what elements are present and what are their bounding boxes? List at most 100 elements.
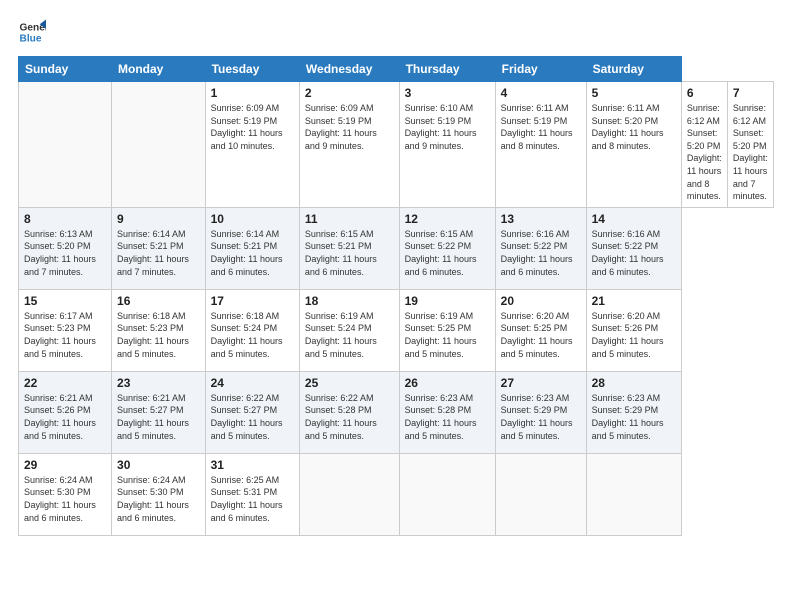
calendar-table: SundayMondayTuesdayWednesdayThursdayFrid… bbox=[18, 56, 774, 536]
calendar-week-1: 8 Sunrise: 6:13 AMSunset: 5:20 PMDaylight… bbox=[19, 207, 774, 289]
calendar-cell: 13Sunrise: 6:16 AMSunset: 5:22 PMDayligh… bbox=[495, 207, 586, 289]
day-number: 25 bbox=[305, 376, 394, 390]
calendar-cell: 18 Sunrise: 6:19 AMSunset: 5:24 PMDayligh… bbox=[299, 289, 399, 371]
calendar-cell: 14 Sunrise: 6:16 AMSunset: 5:22 PMDayligh… bbox=[586, 207, 681, 289]
day-number: 19 bbox=[405, 294, 490, 308]
day-number: 23 bbox=[117, 376, 200, 390]
day-info: Sunrise: 6:10 AMSunset: 5:19 PMDaylight:… bbox=[405, 102, 490, 152]
calendar-cell: 7 Sunrise: 6:12 AMSunset: 5:20 PMDaylight… bbox=[727, 82, 773, 208]
calendar-cell: 3 Sunrise: 6:10 AMSunset: 5:19 PMDaylight… bbox=[399, 82, 495, 208]
calendar-cell: 30 Sunrise: 6:24 AMSunset: 5:30 PMDayligh… bbox=[112, 453, 206, 535]
day-info: Sunrise: 6:23 AMSunset: 5:29 PMDaylight:… bbox=[592, 392, 676, 442]
calendar-cell: 12Sunrise: 6:15 AMSunset: 5:22 PMDayligh… bbox=[399, 207, 495, 289]
day-info: Sunrise: 6:14 AMSunset: 5:21 PMDaylight:… bbox=[117, 228, 200, 278]
header: General Blue bbox=[18, 18, 774, 46]
day-number: 14 bbox=[592, 212, 676, 226]
day-info: Sunrise: 6:12 AMSunset: 5:20 PMDaylight:… bbox=[733, 102, 768, 203]
calendar-cell: 11 Sunrise: 6:15 AMSunset: 5:21 PMDayligh… bbox=[299, 207, 399, 289]
calendar-cell: 28 Sunrise: 6:23 AMSunset: 5:29 PMDayligh… bbox=[586, 371, 681, 453]
day-info: Sunrise: 6:12 AMSunset: 5:20 PMDaylight:… bbox=[687, 102, 722, 203]
calendar-cell bbox=[586, 453, 681, 535]
col-header-friday: Friday bbox=[495, 57, 586, 82]
day-info: Sunrise: 6:23 AMSunset: 5:29 PMDaylight:… bbox=[501, 392, 581, 442]
day-info: Sunrise: 6:19 AMSunset: 5:25 PMDaylight:… bbox=[405, 310, 490, 360]
calendar-cell: 26 Sunrise: 6:23 AMSunset: 5:28 PMDayligh… bbox=[399, 371, 495, 453]
calendar-cell: 23 Sunrise: 6:21 AMSunset: 5:27 PMDayligh… bbox=[112, 371, 206, 453]
col-header-thursday: Thursday bbox=[399, 57, 495, 82]
calendar-cell: 20Sunrise: 6:20 AMSunset: 5:25 PMDayligh… bbox=[495, 289, 586, 371]
calendar-cell bbox=[19, 82, 112, 208]
day-info: Sunrise: 6:17 AMSunset: 5:23 PMDaylight:… bbox=[24, 310, 106, 360]
calendar-week-0: 1Sunrise: 6:09 AMSunset: 5:19 PMDaylight… bbox=[19, 82, 774, 208]
day-number: 12 bbox=[405, 212, 490, 226]
calendar-cell: 1Sunrise: 6:09 AMSunset: 5:19 PMDaylight… bbox=[205, 82, 299, 208]
calendar-cell: 16 Sunrise: 6:18 AMSunset: 5:23 PMDayligh… bbox=[112, 289, 206, 371]
calendar-header-row: SundayMondayTuesdayWednesdayThursdayFrid… bbox=[19, 57, 774, 82]
calendar-cell: 9 Sunrise: 6:14 AMSunset: 5:21 PMDaylight… bbox=[112, 207, 206, 289]
calendar-cell bbox=[399, 453, 495, 535]
day-number: 15 bbox=[24, 294, 106, 308]
calendar-week-3: 22 Sunrise: 6:21 AMSunset: 5:26 PMDayligh… bbox=[19, 371, 774, 453]
day-number: 20 bbox=[501, 294, 581, 308]
day-number: 7 bbox=[733, 86, 768, 100]
calendar-cell: 21Sunrise: 6:20 AMSunset: 5:26 PMDayligh… bbox=[586, 289, 681, 371]
calendar-cell: 27 Sunrise: 6:23 AMSunset: 5:29 PMDayligh… bbox=[495, 371, 586, 453]
day-info: Sunrise: 6:09 AMSunset: 5:19 PMDaylight:… bbox=[305, 102, 394, 152]
day-number: 28 bbox=[592, 376, 676, 390]
calendar-week-4: 29 Sunrise: 6:24 AMSunset: 5:30 PMDayligh… bbox=[19, 453, 774, 535]
calendar-cell: 25 Sunrise: 6:22 AMSunset: 5:28 PMDayligh… bbox=[299, 371, 399, 453]
day-info: Sunrise: 6:14 AMSunset: 5:21 PMDaylight:… bbox=[211, 228, 294, 278]
logo: General Blue bbox=[18, 18, 46, 46]
day-info: Sunrise: 6:09 AMSunset: 5:19 PMDaylight:… bbox=[211, 102, 294, 152]
day-info: Sunrise: 6:18 AMSunset: 5:24 PMDaylight:… bbox=[211, 310, 294, 360]
calendar-cell: 22 Sunrise: 6:21 AMSunset: 5:26 PMDayligh… bbox=[19, 371, 112, 453]
col-header-tuesday: Tuesday bbox=[205, 57, 299, 82]
day-number: 16 bbox=[117, 294, 200, 308]
calendar-cell: 31Sunrise: 6:25 AMSunset: 5:31 PMDayligh… bbox=[205, 453, 299, 535]
day-info: Sunrise: 6:24 AMSunset: 5:30 PMDaylight:… bbox=[117, 474, 200, 524]
day-info: Sunrise: 6:21 AMSunset: 5:27 PMDaylight:… bbox=[117, 392, 200, 442]
page: General Blue SundayMondayTuesdayWednesda… bbox=[0, 0, 792, 612]
calendar-cell: 10Sunrise: 6:14 AMSunset: 5:21 PMDayligh… bbox=[205, 207, 299, 289]
day-number: 21 bbox=[592, 294, 676, 308]
logo-icon: General Blue bbox=[18, 18, 46, 46]
day-number: 4 bbox=[501, 86, 581, 100]
calendar-body: 1Sunrise: 6:09 AMSunset: 5:19 PMDaylight… bbox=[19, 82, 774, 536]
day-number: 27 bbox=[501, 376, 581, 390]
col-header-monday: Monday bbox=[112, 57, 206, 82]
calendar-cell: 5 Sunrise: 6:11 AMSunset: 5:20 PMDaylight… bbox=[586, 82, 681, 208]
day-info: Sunrise: 6:22 AMSunset: 5:28 PMDaylight:… bbox=[305, 392, 394, 442]
day-info: Sunrise: 6:23 AMSunset: 5:28 PMDaylight:… bbox=[405, 392, 490, 442]
day-number: 13 bbox=[501, 212, 581, 226]
day-number: 26 bbox=[405, 376, 490, 390]
calendar-cell: 15 Sunrise: 6:17 AMSunset: 5:23 PMDayligh… bbox=[19, 289, 112, 371]
day-number: 2 bbox=[305, 86, 394, 100]
day-info: Sunrise: 6:15 AMSunset: 5:21 PMDaylight:… bbox=[305, 228, 394, 278]
col-header-saturday: Saturday bbox=[586, 57, 681, 82]
day-number: 30 bbox=[117, 458, 200, 472]
day-info: Sunrise: 6:22 AMSunset: 5:27 PMDaylight:… bbox=[211, 392, 294, 442]
day-number: 9 bbox=[117, 212, 200, 226]
day-number: 8 bbox=[24, 212, 106, 226]
day-number: 24 bbox=[211, 376, 294, 390]
calendar-cell: 8 Sunrise: 6:13 AMSunset: 5:20 PMDaylight… bbox=[19, 207, 112, 289]
calendar-cell: 19 Sunrise: 6:19 AMSunset: 5:25 PMDayligh… bbox=[399, 289, 495, 371]
day-number: 29 bbox=[24, 458, 106, 472]
day-info: Sunrise: 6:21 AMSunset: 5:26 PMDaylight:… bbox=[24, 392, 106, 442]
calendar-cell bbox=[495, 453, 586, 535]
day-info: Sunrise: 6:24 AMSunset: 5:30 PMDaylight:… bbox=[24, 474, 106, 524]
day-info: Sunrise: 6:18 AMSunset: 5:23 PMDaylight:… bbox=[117, 310, 200, 360]
calendar-cell: 24 Sunrise: 6:22 AMSunset: 5:27 PMDayligh… bbox=[205, 371, 299, 453]
calendar-cell bbox=[112, 82, 206, 208]
day-number: 11 bbox=[305, 212, 394, 226]
day-number: 18 bbox=[305, 294, 394, 308]
col-header-wednesday: Wednesday bbox=[299, 57, 399, 82]
day-info: Sunrise: 6:19 AMSunset: 5:24 PMDaylight:… bbox=[305, 310, 394, 360]
day-number: 5 bbox=[592, 86, 676, 100]
day-info: Sunrise: 6:11 AMSunset: 5:20 PMDaylight:… bbox=[592, 102, 676, 152]
day-info: Sunrise: 6:13 AMSunset: 5:20 PMDaylight:… bbox=[24, 228, 106, 278]
day-number: 3 bbox=[405, 86, 490, 100]
day-info: Sunrise: 6:16 AMSunset: 5:22 PMDaylight:… bbox=[592, 228, 676, 278]
day-number: 22 bbox=[24, 376, 106, 390]
day-number: 6 bbox=[687, 86, 722, 100]
